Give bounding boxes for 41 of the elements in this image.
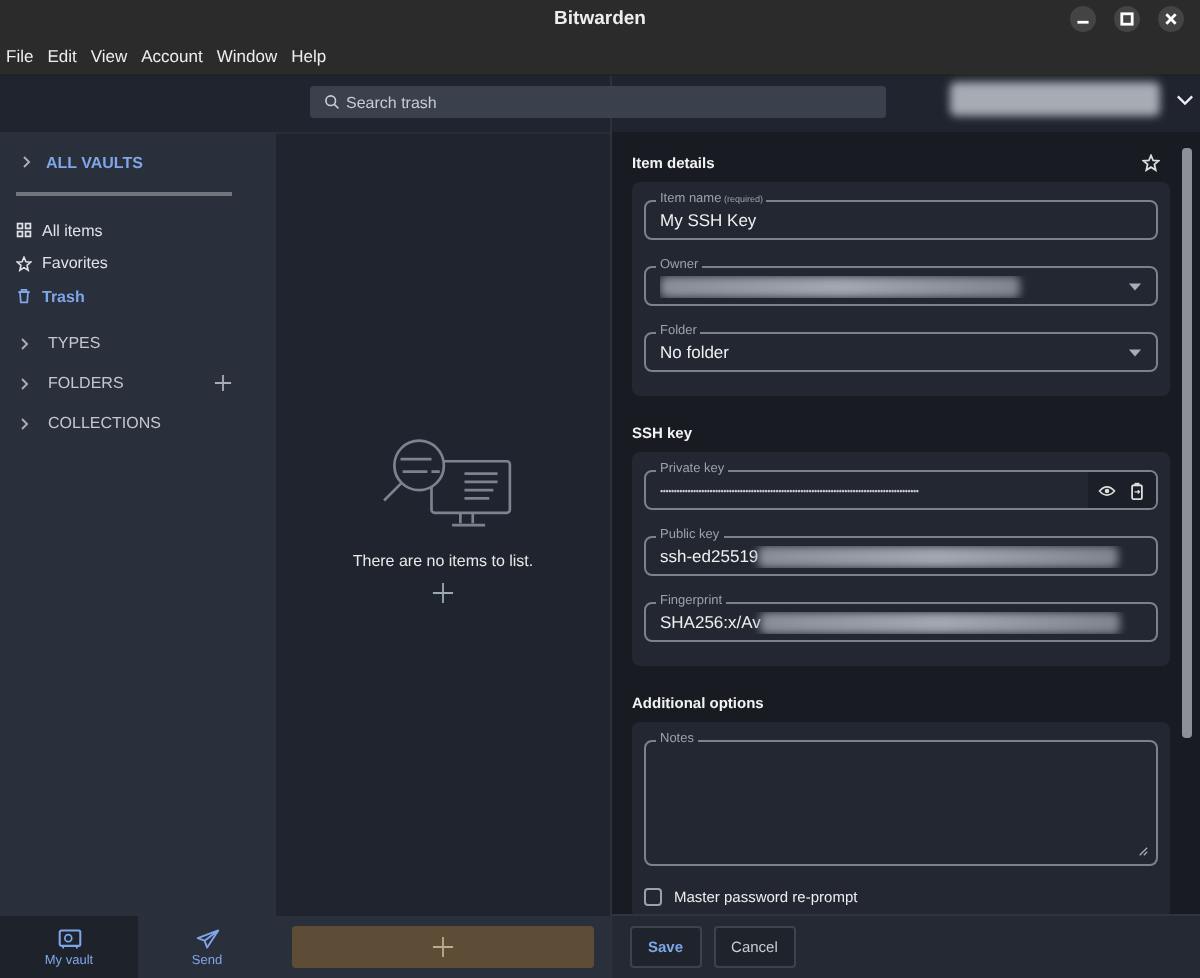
close-icon[interactable] — [1158, 6, 1184, 32]
safe-icon — [57, 927, 81, 949]
scrollbar[interactable] — [1182, 148, 1192, 738]
search-field[interactable]: Search trash — [310, 86, 886, 118]
sidebar-section[interactable]: COLLECTIONS — [16, 414, 161, 432]
search-icon — [324, 94, 340, 110]
trash-icon — [16, 288, 32, 305]
menu-item[interactable]: Account — [141, 46, 203, 66]
sidebar-item[interactable]: Favorites — [16, 247, 260, 280]
add-icon[interactable] — [431, 581, 454, 603]
resize-handle-icon[interactable] — [1138, 846, 1148, 856]
vault-filter[interactable]: ALL VAULTS — [16, 148, 260, 176]
menu-item[interactable]: View — [90, 46, 128, 66]
maximize-icon[interactable] — [1114, 6, 1140, 32]
chevron-icon — [16, 335, 32, 351]
menu-item[interactable]: Edit — [47, 46, 77, 66]
menu-item[interactable]: File — [6, 46, 34, 66]
sidebar-item[interactable]: Trash — [16, 280, 260, 313]
checkbox[interactable] — [644, 887, 662, 905]
copy-icon[interactable] — [1128, 481, 1146, 499]
caret-icon — [1128, 347, 1142, 357]
star-icon[interactable] — [1142, 153, 1160, 171]
sidebar-item[interactable]: All items — [16, 214, 260, 247]
caret-icon — [1176, 93, 1194, 105]
menu-item[interactable]: Help — [291, 46, 327, 66]
paper-plane-icon — [195, 927, 219, 949]
sidebar-section[interactable]: TYPES — [16, 334, 101, 352]
window-title: Bitwarden — [554, 8, 646, 30]
grid-icon — [16, 222, 32, 239]
menu-item[interactable]: Window — [216, 46, 278, 66]
star-icon — [16, 255, 32, 272]
add-icon — [432, 936, 454, 958]
chevron-icon — [18, 154, 34, 170]
empty-message: There are no items to list. — [352, 551, 534, 569]
minimize-icon[interactable] — [1070, 6, 1096, 32]
caret-icon — [1128, 281, 1142, 291]
chevron-icon — [16, 415, 32, 431]
eye-icon[interactable] — [1098, 481, 1116, 499]
chevron-icon — [16, 375, 32, 391]
sidebar-section[interactable]: FOLDERS — [16, 374, 124, 392]
add-icon[interactable] — [214, 374, 232, 392]
